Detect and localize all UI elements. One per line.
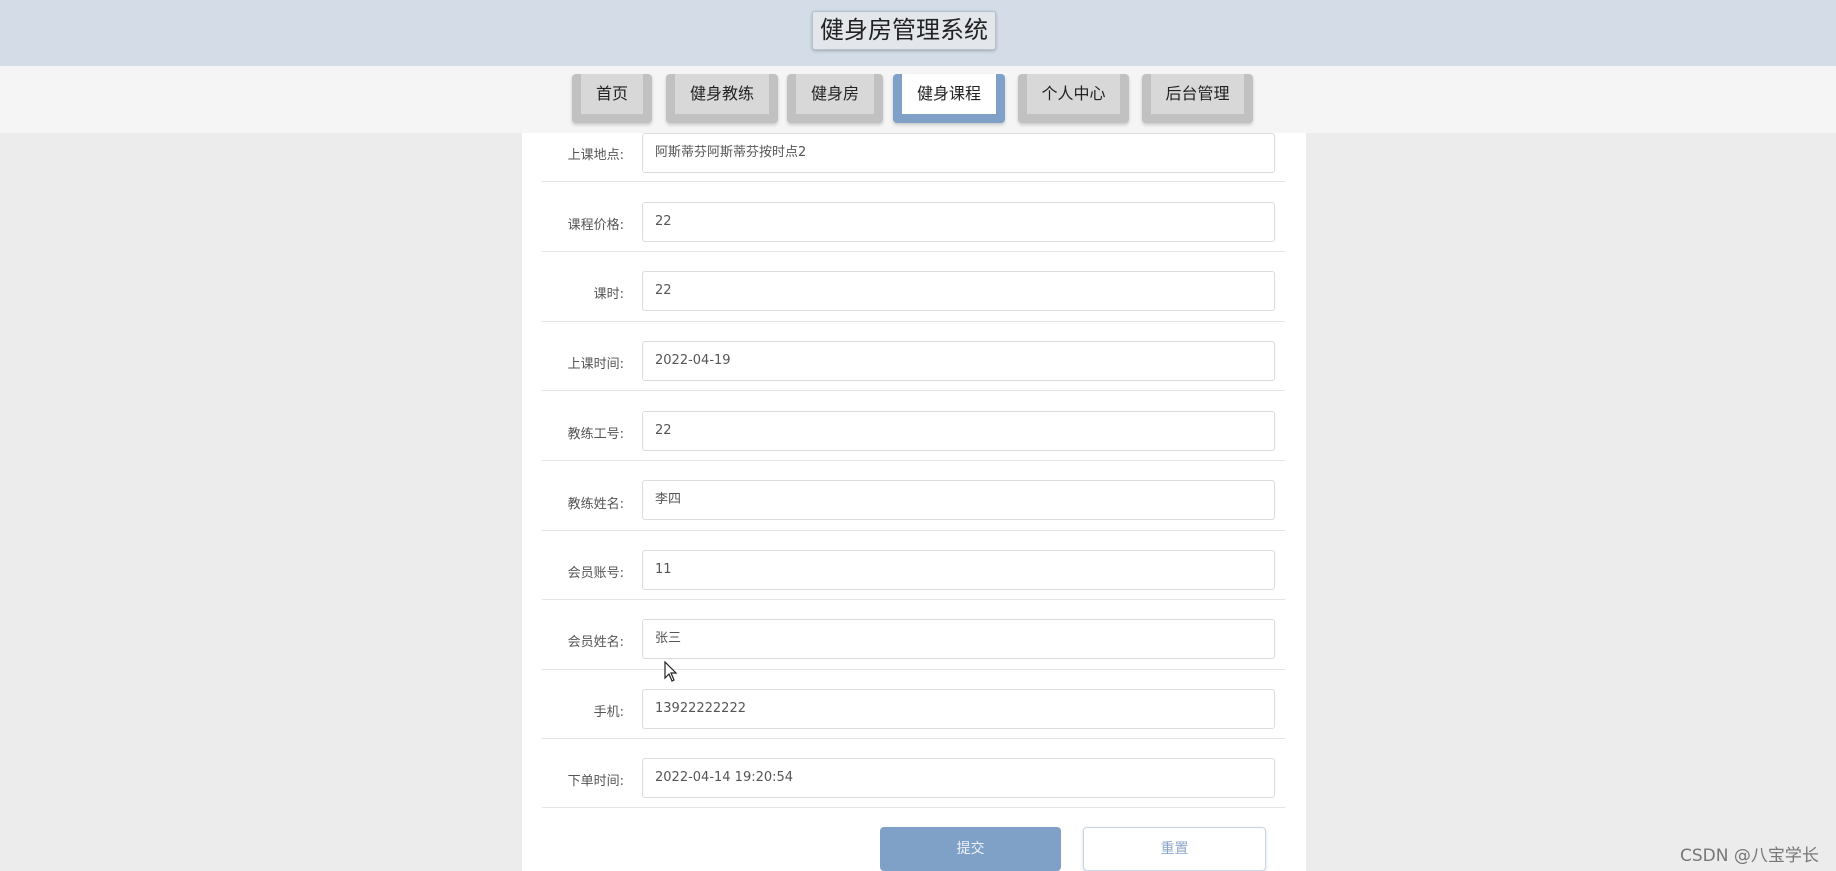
phone-input[interactable]: 13922222222 (642, 689, 1275, 729)
watermark: CSDN @八宝学长 (1680, 846, 1819, 866)
field-label: 会员账号: (567, 566, 624, 581)
hours-input[interactable]: 22 (642, 271, 1275, 311)
field-label: 课程价格: (567, 218, 624, 233)
form-row-coach-name: 教练姓名: 李四 (542, 461, 1285, 531)
nav-item-label: 个人中心 (1027, 74, 1120, 114)
field-label: 手机: (593, 705, 624, 720)
order-time-input[interactable]: 2022-04-14 19:20:54 (642, 758, 1275, 798)
form-row-price: 课程价格: 22 (542, 182, 1285, 252)
field-label: 上课时间: (567, 357, 624, 372)
form-row-coach-id: 教练工号: 22 (542, 391, 1285, 461)
field-label: 教练工号: (567, 427, 624, 442)
field-label: 课时: (593, 287, 624, 302)
coach-id-input[interactable]: 22 (642, 411, 1275, 451)
form-row-phone: 手机: 13922222222 (542, 669, 1285, 739)
class-time-input[interactable]: 2022-04-19 (642, 341, 1275, 381)
coach-name-input[interactable]: 李四 (642, 480, 1275, 520)
field-label: 会员姓名: (567, 635, 624, 650)
field-label: 教练姓名: (567, 497, 624, 512)
nav-item-label: 健身课程 (902, 74, 996, 114)
nav-item-label: 首页 (581, 74, 643, 114)
form-row-class-time: 上课时间: 2022-04-19 (542, 321, 1285, 391)
member-account-input[interactable]: 11 (642, 550, 1275, 590)
field-label: 下单时间: (567, 774, 624, 789)
app-header: 健身房管理系统 (0, 0, 1836, 66)
reset-button[interactable]: 重置 (1083, 827, 1266, 871)
app-title: 健身房管理系统 (812, 11, 996, 50)
nav-item-label: 健身教练 (675, 74, 769, 114)
member-name-input[interactable]: 张三 (642, 619, 1275, 659)
mouse-cursor-icon (664, 661, 678, 682)
nav-item-label: 后台管理 (1151, 74, 1244, 114)
form-row-hours: 课时: 22 (542, 252, 1285, 322)
submit-button[interactable]: 提交 (880, 827, 1061, 871)
location-input[interactable]: 阿斯蒂芬阿斯蒂芬按时点2 (642, 133, 1275, 173)
field-label: 上课地点: (567, 148, 624, 163)
form-row-member-name: 会员姓名: 张三 (542, 600, 1285, 670)
nav-item-label: 健身房 (796, 74, 874, 114)
form-row-member-account: 会员账号: 11 (542, 530, 1285, 600)
form-row-location: 上课地点: 阿斯蒂芬阿斯蒂芬按时点2 (542, 112, 1285, 182)
price-input[interactable]: 22 (642, 202, 1275, 242)
form-row-order-time: 下单时间: 2022-04-14 19:20:54 (542, 738, 1285, 808)
